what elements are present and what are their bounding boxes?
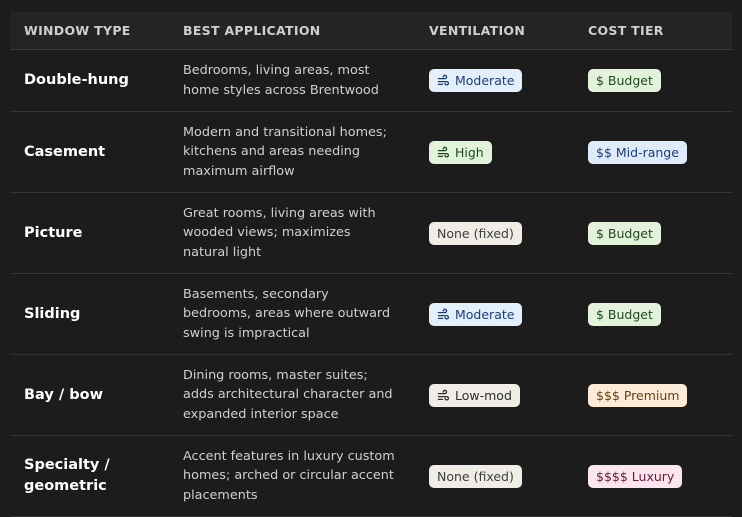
- cost-cell: $$$ Premium: [574, 354, 732, 436]
- ventilation-badge: None (fixed): [429, 464, 522, 488]
- ventilation-badge: Low-mod: [429, 383, 520, 407]
- ventilation-cell: None (fixed): [415, 435, 574, 517]
- cost-cell: $ Budget: [574, 49, 732, 112]
- wind-icon: [437, 389, 450, 402]
- window-type: Double-hung: [24, 72, 129, 88]
- cost-tier-label: $$$$ Luxury: [596, 468, 675, 484]
- cost-tier-badge: $$$$ Luxury: [588, 464, 683, 488]
- application-cell: Great rooms, living areas with wooded vi…: [169, 192, 415, 274]
- header-ventilation: VENTILATION: [415, 12, 574, 50]
- wind-icon: [437, 146, 450, 159]
- ventilation-badge: Moderate: [429, 302, 523, 326]
- cost-cell: $$$$ Luxury: [574, 435, 732, 517]
- cost-tier-label: $$ Mid-range: [596, 144, 679, 160]
- window-type: Sliding: [24, 305, 81, 322]
- ventilation-label: Moderate: [455, 73, 515, 88]
- best-application: Great rooms, living areas with wooded vi…: [183, 205, 376, 260]
- window-type: Bay / bow: [24, 386, 103, 403]
- header-best-application: BEST APPLICATION: [169, 12, 415, 50]
- ventilation-label: None (fixed): [437, 468, 514, 484]
- window-type-cell: Specialty / geometric: [10, 435, 169, 517]
- cost-cell: $ Budget: [574, 273, 732, 355]
- ventilation-cell: Moderate: [415, 273, 574, 355]
- application-cell: Basements, secondary bedrooms, areas whe…: [169, 273, 415, 355]
- window-type-cell: Casement: [10, 111, 169, 193]
- table-row: Double-hung Bedrooms, living areas, most…: [10, 49, 732, 112]
- cost-tier-label: $$$ Premium: [596, 387, 680, 403]
- ventilation-label: Moderate: [455, 306, 515, 322]
- table-row: Specialty / geometric Accent features in…: [10, 435, 732, 517]
- cost-tier-label: $ Budget: [596, 306, 653, 322]
- table-row: Sliding Basements, secondary bedrooms, a…: [10, 273, 732, 355]
- window-type-cell: Sliding: [10, 273, 169, 355]
- ventilation-cell: None (fixed): [415, 192, 574, 274]
- table-row: Bay / bow Dining rooms, master suites; a…: [10, 354, 732, 436]
- best-application: Bedrooms, living areas, most home styles…: [183, 63, 379, 98]
- window-type: Picture: [24, 224, 83, 241]
- ventilation-badge: High: [429, 140, 492, 164]
- window-type: Casement: [24, 143, 106, 160]
- window-type-cell: Double-hung: [10, 49, 169, 112]
- window-comparison-table: WINDOW TYPE BEST APPLICATION VENTILATION…: [10, 12, 732, 517]
- wind-icon: [437, 308, 450, 321]
- ventilation-label: Low-mod: [455, 387, 512, 403]
- header-cost-tier: COST TIER: [574, 12, 732, 50]
- ventilation-cell: Low-mod: [415, 354, 574, 436]
- table-header-row: WINDOW TYPE BEST APPLICATION VENTILATION…: [10, 12, 732, 50]
- header-window-type: WINDOW TYPE: [10, 12, 169, 50]
- ventilation-cell: High: [415, 111, 574, 193]
- table-row: Casement Modern and transitional homes; …: [10, 111, 732, 193]
- comparison-table-container: WINDOW TYPE BEST APPLICATION VENTILATION…: [0, 0, 742, 517]
- table-row: Picture Great rooms, living areas with w…: [10, 192, 732, 274]
- window-type: Specialty / geometric: [24, 457, 110, 494]
- application-cell: Accent features in luxury custom homes; …: [169, 435, 415, 517]
- ventilation-badge: Moderate: [429, 69, 523, 92]
- table-body: Double-hung Bedrooms, living areas, most…: [10, 49, 732, 517]
- cost-tier-badge: $$ Mid-range: [588, 140, 687, 164]
- cost-tier-label: $ Budget: [596, 225, 653, 241]
- cost-tier-badge: $ Budget: [588, 302, 661, 326]
- application-cell: Bedrooms, living areas, most home styles…: [169, 49, 415, 112]
- window-type-cell: Picture: [10, 192, 169, 274]
- wind-icon: [437, 74, 450, 87]
- ventilation-label: None (fixed): [437, 225, 514, 241]
- best-application: Dining rooms, master suites; adds archit…: [183, 367, 393, 422]
- cost-tier-label: $ Budget: [596, 73, 653, 88]
- best-application: Accent features in luxury custom homes; …: [183, 448, 395, 503]
- ventilation-label: High: [455, 144, 484, 160]
- ventilation-cell: Moderate: [415, 49, 574, 112]
- cost-tier-badge: $ Budget: [588, 221, 661, 245]
- application-cell: Modern and transitional homes; kitchens …: [169, 111, 415, 193]
- best-application: Basements, secondary bedrooms, areas whe…: [183, 286, 391, 341]
- cost-tier-badge: $$$ Premium: [588, 383, 688, 407]
- cost-tier-badge: $ Budget: [588, 69, 661, 92]
- application-cell: Dining rooms, master suites; adds archit…: [169, 354, 415, 436]
- window-type-cell: Bay / bow: [10, 354, 169, 436]
- cost-cell: $ Budget: [574, 192, 732, 274]
- ventilation-badge: None (fixed): [429, 221, 522, 245]
- cost-cell: $$ Mid-range: [574, 111, 732, 193]
- best-application: Modern and transitional homes; kitchens …: [183, 124, 387, 179]
